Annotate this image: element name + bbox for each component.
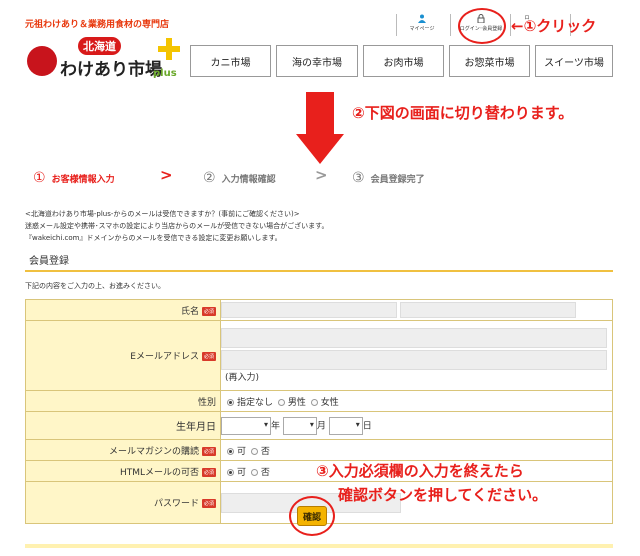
birth-day-select[interactable]	[328, 416, 363, 435]
person-icon	[418, 14, 426, 23]
nav-sweets[interactable]: スイーツ市場	[535, 45, 613, 77]
step-3-label: 会員登録完了	[370, 175, 425, 185]
mascot-icon	[27, 46, 57, 76]
nav-deli[interactable]: お惣菜市場	[449, 45, 530, 77]
yes-label: 可	[237, 467, 247, 478]
form-row-email: Eメールアドレス 必須 (再入力)	[25, 320, 613, 391]
mypage-label: マイページ	[409, 26, 435, 32]
switch-callout: ②下図の画面に切り替わります。	[352, 104, 574, 122]
email-input[interactable]	[221, 328, 607, 348]
email-confirm-input[interactable]	[221, 350, 607, 370]
form-row-magazine: メールマガジンの購読 必須 可 否	[25, 439, 613, 461]
html-mail-label: HTMLメールの可否	[119, 467, 199, 478]
gender-option: 指定なし	[237, 397, 274, 408]
magazine-yes-radio[interactable]	[227, 447, 234, 455]
notice-line: 迷惑メール設定や携帯･スマホの設定により当店からのメールが受信できない場合がござ…	[25, 222, 329, 230]
step-sep-2: >	[315, 166, 328, 184]
first-name-input[interactable]	[399, 302, 576, 318]
step-1: ① お客様情報入力	[33, 170, 115, 186]
divider	[396, 14, 397, 36]
html-no-radio[interactable]	[250, 468, 258, 476]
required-badge: 必須	[201, 306, 216, 316]
plus-cross-icon	[158, 38, 180, 60]
step-sep-1: >	[160, 166, 173, 184]
logo-sub: 北海道	[78, 37, 121, 55]
section-title: 会員登録	[25, 252, 613, 272]
nav-crab[interactable]: カニ市場	[190, 45, 271, 77]
no-label: 否	[260, 446, 270, 457]
gender-option: 女性	[320, 397, 339, 408]
email-label: Eメールアドレス	[130, 352, 199, 362]
birth-unit: 日	[362, 421, 372, 431]
click-highlight-circle	[458, 8, 506, 44]
step-3: ③ 会員登録完了	[352, 170, 425, 186]
gender-female-radio[interactable]	[310, 398, 318, 406]
form-row-name: 氏名 必須	[25, 299, 613, 321]
birth-month-select[interactable]	[282, 416, 317, 435]
name-label: 氏名	[180, 306, 199, 317]
required-badge: 必須	[201, 467, 216, 477]
step-1-num: ①	[33, 170, 46, 186]
form-row-birth: 生年月日 年 月 日	[25, 411, 613, 440]
required-badge: 必須	[201, 499, 216, 508]
bottom-divider	[25, 544, 613, 548]
step-2: ② 入力情報確認	[203, 170, 276, 186]
birth-label: 生年月日	[176, 422, 216, 433]
yes-label: 可	[237, 446, 247, 457]
step-2-num: ②	[203, 170, 216, 186]
required-badge: 必須	[201, 446, 216, 456]
form-row-gender: 性別 指定なし 男性 女性	[25, 390, 613, 412]
name-label-cell: 氏名 必須	[25, 299, 221, 321]
logo-plus: plus	[153, 68, 177, 79]
magazine-no-radio[interactable]	[250, 447, 258, 455]
site-logo[interactable]: わけあり市場	[60, 55, 162, 80]
nav-meat[interactable]: お肉市場	[363, 45, 444, 77]
intro-text: 下記の内容をご入力の上、お進みください。	[25, 282, 165, 290]
birth-year-select[interactable]	[221, 416, 271, 435]
birth-unit: 年	[271, 421, 281, 431]
fill-callout-line1: ③入力必須欄の入力を終えたら	[316, 462, 524, 480]
down-arrow-head	[296, 134, 344, 164]
last-name-input[interactable]	[221, 302, 397, 318]
gender-none-radio[interactable]	[227, 398, 234, 406]
no-label: 否	[260, 467, 270, 478]
mypage-link[interactable]: マイページ	[400, 14, 444, 38]
fill-callout-line2: 確認ボタンを押してください。	[338, 486, 548, 504]
down-arrow-icon	[306, 92, 334, 136]
confirm-button[interactable]: 確認	[297, 506, 327, 526]
birth-unit: 月	[316, 421, 326, 431]
notice-line: <北海道わけあり市場-plus-からのメールは受信できますか？(事前にご確認くだ…	[25, 210, 300, 218]
step-2-label: 入力情報確認	[221, 175, 276, 185]
password-label: パスワード	[153, 499, 199, 509]
divider	[450, 14, 451, 36]
step-1-label: お客様情報入力	[51, 175, 115, 185]
gender-label: 性別	[197, 397, 216, 408]
gender-male-radio[interactable]	[277, 398, 285, 406]
notice-line: 『wakeichi.com』ドメインからのメールを受信できる設定に変更お願いしま…	[25, 234, 282, 242]
email-note: (再入力)	[225, 373, 260, 383]
magazine-label: メールマガジンの購読	[108, 446, 199, 457]
required-badge: 必須	[201, 352, 216, 361]
gender-option: 男性	[287, 397, 306, 408]
site-tagline: 元祖わけあり＆業務用食材の専門店	[25, 20, 170, 30]
nav-seafood[interactable]: 海の幸市場	[276, 45, 358, 77]
step-3-num: ③	[352, 170, 365, 186]
click-callout: ←①クリック	[511, 17, 597, 35]
html-yes-radio[interactable]	[227, 468, 234, 476]
